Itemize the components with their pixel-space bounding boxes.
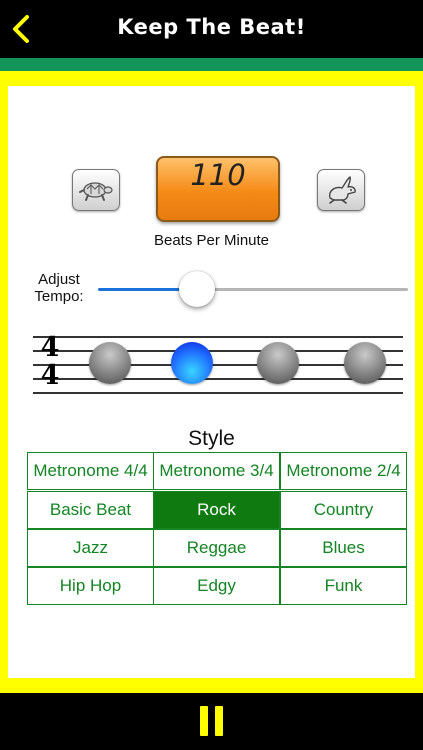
staff-line (33, 392, 403, 394)
beat-indicator-1 (89, 342, 131, 384)
staff-line (33, 378, 403, 380)
bpm-label: Beats Per Minute (153, 232, 270, 249)
pause-bar (215, 706, 223, 736)
navigation-bar: Keep The Beat! (0, 0, 423, 58)
pause-bar (200, 706, 208, 736)
page-title: Keep The Beat! (117, 15, 306, 39)
time-signature: 4 4 (39, 334, 61, 394)
style-option[interactable]: Basic Beat (27, 491, 154, 529)
bpm-display[interactable]: 110 (156, 156, 280, 222)
faster-tempo-button[interactable] (317, 169, 365, 211)
beat-indicator-2 (171, 342, 213, 384)
staff-line (33, 336, 403, 338)
slower-tempo-button[interactable] (72, 169, 120, 211)
style-option[interactable]: Blues (280, 529, 407, 567)
beat-indicator-3 (257, 342, 299, 384)
tempo-slider[interactable] (98, 270, 408, 310)
beat-staff: 4 4 (33, 334, 403, 394)
beat-indicator-4 (344, 342, 386, 384)
style-option[interactable]: Funk (280, 567, 407, 605)
style-option[interactable]: Reggae (153, 529, 280, 567)
style-option[interactable]: Hip Hop (27, 567, 154, 605)
rabbit-icon (328, 176, 356, 204)
style-option[interactable]: Metronome 2/4 (280, 452, 407, 490)
style-option[interactable]: Rock (153, 491, 280, 529)
pause-icon[interactable] (200, 706, 224, 736)
style-heading: Style (188, 427, 235, 450)
slider-thumb[interactable] (179, 271, 215, 307)
time-signature-top: 4 (40, 332, 60, 363)
header-divider-strip (0, 58, 423, 71)
style-option[interactable]: Metronome 4/4 (27, 452, 154, 490)
style-grid: Metronome 4/4 Metronome 3/4 Metronome 2/… (27, 452, 407, 607)
turtle-icon (79, 182, 113, 201)
style-option[interactable]: Metronome 3/4 (153, 452, 280, 490)
style-option[interactable]: Jazz (27, 529, 154, 567)
style-option[interactable]: Edgy (153, 567, 280, 605)
style-option[interactable]: Country (280, 491, 407, 529)
adjust-tempo-label: Adjust Tempo: (34, 271, 84, 305)
slider-track (197, 288, 408, 291)
time-signature-bottom: 4 (40, 360, 60, 391)
